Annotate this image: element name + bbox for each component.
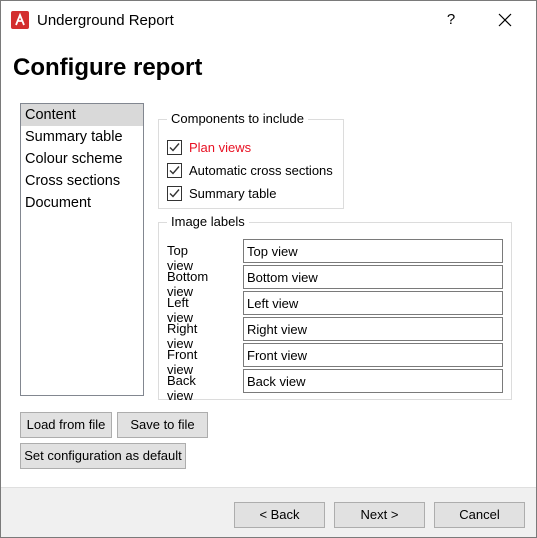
load-from-file-button[interactable]: Load from file [20,412,112,438]
content-area: Content Summary table Colour scheme Cros… [1,89,536,487]
header-area: Configure report [1,39,536,89]
image-labels-group: Image labels Top view Bottom view Left v… [158,214,512,403]
cancel-button[interactable]: Cancel [434,502,525,528]
title-bar: Underground Report ? [1,1,536,39]
close-button[interactable] [493,9,517,31]
footer-divider [1,487,536,488]
checkmark-icon [169,142,180,152]
cross-sections-option[interactable]: Automatic cross sections [167,161,333,179]
plan-views-label: Plan views [189,139,252,155]
nav-item-content[interactable]: Content [21,104,143,126]
bottom-view-input[interactable] [243,265,503,289]
front-view-input[interactable] [243,343,503,367]
next-button[interactable]: Next > [334,502,425,528]
left-view-input[interactable] [243,291,503,315]
back-view-label: Back view [167,373,196,403]
set-default-button[interactable]: Set configuration as default [20,443,186,469]
components-legend: Components to include [167,111,308,126]
image-labels-legend: Image labels [167,214,249,229]
close-icon [498,13,512,27]
nav-item-cross-sections[interactable]: Cross sections [21,170,143,192]
section-list[interactable]: Content Summary table Colour scheme Cros… [20,103,144,396]
checkmark-icon [169,188,180,198]
cross-sections-checkbox[interactable] [167,162,182,178]
summary-table-label: Summary table [189,185,277,201]
window-title: Underground Report [37,12,174,29]
nav-item-document[interactable]: Document [21,192,143,214]
dialog-window: Underground Report ? Configure report Co… [0,0,537,538]
checkmark-icon [169,165,180,175]
plan-views-checkbox[interactable] [167,139,182,155]
summary-table-option[interactable]: Summary table [167,184,276,202]
components-group: Components to include Plan views Automat… [158,111,344,209]
top-view-input[interactable] [243,239,503,263]
save-to-file-button[interactable]: Save to file [117,412,208,438]
right-view-input[interactable] [243,317,503,341]
cross-sections-label: Automatic cross sections [189,162,333,178]
nav-item-summary-table[interactable]: Summary table [21,126,143,148]
help-button[interactable]: ? [439,9,463,31]
summary-table-checkbox[interactable] [167,185,182,201]
page-title: Configure report [13,54,203,81]
nav-item-colour-scheme[interactable]: Colour scheme [21,148,143,170]
plan-views-option[interactable]: Plan views [167,138,251,156]
app-logo-icon [11,11,29,29]
back-button[interactable]: < Back [234,502,325,528]
back-view-input[interactable] [243,369,503,393]
